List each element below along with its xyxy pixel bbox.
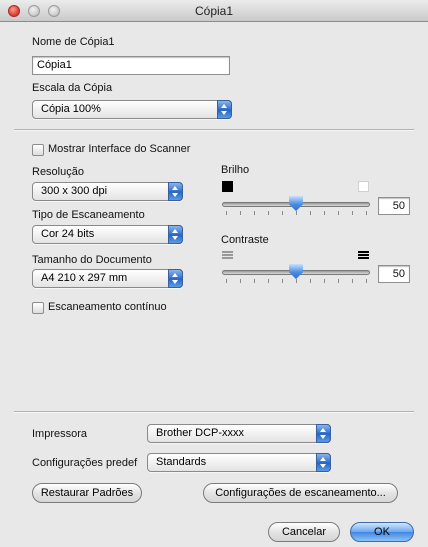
scan-type-value: Cor 24 bits [41, 228, 95, 240]
contrast-value-field[interactable]: 50 [378, 265, 410, 283]
restore-defaults-button[interactable]: Restaurar Padrões [32, 483, 142, 503]
resolution-label: Resolução [32, 166, 84, 178]
slider-tick [226, 211, 227, 215]
copy-dialog-window: Cópia1 Nome de Cópia1 Cópia1 Escala da C… [0, 0, 428, 547]
popup-arrows-icon [316, 453, 331, 472]
slider-tick [366, 211, 367, 215]
brightness-label: Brilho [221, 164, 250, 176]
continuous-scan-checkbox[interactable] [32, 302, 44, 314]
presets-popup[interactable]: Standards [147, 453, 331, 472]
popup-arrows-icon [316, 424, 331, 443]
title-bar: Cópia1 [0, 0, 428, 22]
cancel-button[interactable]: Cancelar [268, 522, 340, 542]
document-size-label: Tamanho do Documento [32, 254, 152, 266]
slider-tick [226, 279, 227, 283]
slider-tick [240, 279, 241, 283]
slider-tick [310, 279, 311, 283]
popup-arrows-icon [168, 269, 183, 288]
presets-label: Configurações predef [32, 457, 138, 469]
document-size-value: A4 210 x 297 mm [41, 272, 128, 284]
slider-tick [324, 279, 325, 283]
resolution-value: 300 x 300 dpi [41, 185, 108, 197]
printer-value: Brother DCP-xxxx [156, 427, 245, 439]
brightness-slider-thumb[interactable] [289, 196, 303, 211]
popup-arrows-icon [168, 225, 183, 244]
slider-tick [366, 279, 367, 283]
dark-square-icon [222, 181, 233, 192]
slider-tick [338, 211, 339, 215]
slider-tick [352, 211, 353, 215]
contrast-label: Contraste [221, 234, 269, 246]
copy-scale-popup[interactable]: Cópia 100% [32, 100, 232, 119]
slider-tick [282, 279, 283, 283]
slider-tick [310, 211, 311, 215]
document-size-popup[interactable]: A4 210 x 297 mm [32, 269, 183, 288]
low-contrast-icon [222, 251, 233, 261]
presets-value: Standards [156, 456, 207, 468]
ok-button[interactable]: OK [350, 522, 414, 542]
slider-tick [240, 211, 241, 215]
scanner-interface-checkbox[interactable] [32, 144, 44, 156]
separator-bottom [14, 411, 414, 412]
brightness-value-field[interactable]: 50 [378, 197, 410, 215]
high-contrast-icon [358, 251, 369, 261]
slider-tick [282, 211, 283, 215]
popup-arrows-icon [217, 100, 232, 119]
separator-top [14, 129, 414, 130]
slider-tick [296, 279, 297, 283]
popup-arrows-icon [168, 182, 183, 201]
slider-tick [338, 279, 339, 283]
copy-scale-label: Escala da Cópia [32, 82, 113, 94]
slider-tick [324, 211, 325, 215]
copy-scale-value: Cópia 100% [41, 103, 101, 115]
slider-tick [254, 279, 255, 283]
scan-type-label: Tipo de Escaneamento [32, 209, 145, 221]
contrast-slider-thumb[interactable] [289, 264, 303, 279]
light-square-icon [358, 181, 369, 192]
slider-tick [352, 279, 353, 283]
resolution-popup[interactable]: 300 x 300 dpi [32, 182, 183, 201]
copy-name-field[interactable]: Cópia1 [32, 56, 230, 75]
slider-tick [254, 211, 255, 215]
printer-popup[interactable]: Brother DCP-xxxx [147, 424, 331, 443]
window-title: Cópia1 [194, 4, 234, 18]
continuous-scan-label: Escaneamento contínuo [48, 301, 167, 313]
copy-name-label: Nome de Cópia1 [32, 36, 115, 48]
scan-settings-button[interactable]: Configurações de escaneamento... [203, 483, 398, 503]
slider-tick [268, 279, 269, 283]
slider-tick [296, 211, 297, 215]
slider-tick [268, 211, 269, 215]
printer-label: Impressora [32, 428, 88, 440]
scan-type-popup[interactable]: Cor 24 bits [32, 225, 183, 244]
scanner-interface-label: Mostrar Interface do Scanner [48, 143, 191, 155]
